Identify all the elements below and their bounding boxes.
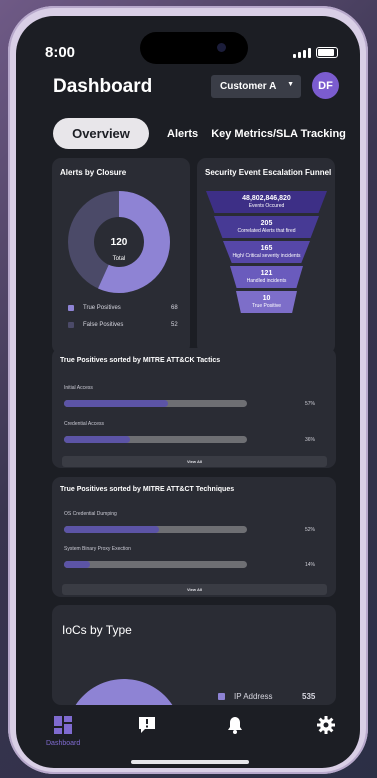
camera-icon [217, 43, 226, 52]
tactic-label: Initial Access [64, 385, 93, 391]
alerts-donut-chart [68, 191, 170, 293]
funnel-step-value: 48,802,846,820 [242, 194, 291, 202]
status-icons [293, 47, 338, 58]
funnel-step-correlated: 205 Correlated Alerts that fired [214, 216, 319, 238]
legend-value: 68 [171, 305, 178, 311]
iocs-card: IoCs by Type IP Address 535 [52, 605, 336, 705]
funnel-step-value: 165 [260, 244, 273, 252]
tactics-view-all-button[interactable]: View All [62, 456, 327, 467]
tab-key-metrics[interactable]: Key Metrics/SLA Tracking [211, 128, 346, 140]
escalation-funnel-card: Security Event Escalation Funnel 48,802,… [197, 158, 335, 354]
legend-swatch [68, 305, 74, 311]
technique-percent: 52% [305, 527, 316, 533]
donut-total-value: 120 [110, 237, 128, 248]
page-title: Dashboard [53, 76, 153, 97]
bell-icon [228, 717, 242, 734]
alerts-by-closure-title: Alerts by Closure [60, 168, 127, 177]
funnel-step-label: Events Occured [248, 202, 285, 209]
tab-alerts[interactable]: Alerts [167, 128, 198, 140]
funnel-step-label: True Positive [252, 302, 281, 309]
legend-false-positives: False Positives 52 [68, 322, 178, 328]
alerts-by-closure-card: Alerts by Closure 120 Total True Positiv… [52, 158, 190, 354]
avatar[interactable]: DF [312, 72, 339, 99]
tactics-card: True Positives sorted by MITRE ATT&CK Ta… [52, 348, 336, 468]
funnel-step-events: 48,802,846,820 Events Occured [206, 191, 327, 213]
legend-swatch [68, 322, 74, 328]
funnel-title: Security Event Escalation Funnel [205, 168, 332, 177]
techniques-view-all-button[interactable]: View All [62, 584, 327, 595]
dynamic-island [140, 32, 248, 64]
tab-overview[interactable]: Overview [53, 118, 149, 149]
technique-label: OS Credential Dumping [64, 511, 117, 517]
screen: 8:00 Dashboard Customer A ▼ DF Overview … [16, 16, 360, 768]
customer-select-value: Customer A [220, 81, 277, 92]
funnel-step-value: 121 [260, 269, 273, 277]
tactic-bar-track [64, 436, 247, 443]
tactic-percent: 57% [305, 401, 316, 407]
nav-dashboard[interactable]: Dashboard [46, 716, 80, 747]
technique-bar-fill [64, 526, 160, 533]
tactic-label: Credential Access [64, 421, 105, 427]
donut-total-label: Total [112, 256, 126, 262]
technique-percent: 14% [305, 562, 316, 568]
legend-label: False Positives [83, 322, 124, 328]
battery-icon [316, 47, 338, 58]
nav-notifications[interactable] [227, 716, 243, 734]
signal-icon [293, 48, 311, 58]
nav-dashboard-label: Dashboard [46, 740, 81, 747]
legend-label: IP Address [234, 692, 273, 701]
tactic-bar-fill [64, 436, 130, 443]
tactics-title: True Positives sorted by MITRE ATT&CK Ta… [60, 357, 221, 364]
home-indicator [131, 760, 249, 764]
legend-value: 52 [171, 322, 178, 328]
funnel-step-label: High/ Critical severity incidents [232, 252, 301, 259]
dashboard-icon [54, 716, 73, 734]
tactic-bar-track [64, 400, 247, 407]
technique-label: System Binary Proxy Exection [64, 546, 131, 552]
legend-true-positives: True Positives 68 [68, 305, 178, 311]
gear-icon [317, 716, 335, 734]
tab-bar: Overview Alerts Key Metrics/SLA Tracking [53, 118, 346, 149]
tactic-percent: 36% [305, 437, 316, 443]
funnel-step-label: Handled incidents [246, 277, 287, 284]
funnel-step-label: Correlated Alerts that fired [237, 227, 296, 234]
funnel-step-handled: 121 Handled incidents [230, 266, 303, 288]
legend-swatch [218, 693, 225, 700]
bottom-nav: Dashboard [32, 706, 352, 766]
technique-bar-track [64, 526, 247, 533]
legend-value: 535 [302, 692, 316, 701]
status-time: 8:00 [45, 44, 76, 61]
iocs-pie-chart [75, 679, 173, 705]
nav-alerts[interactable] [138, 716, 156, 734]
techniques-card: True Positives sorted by MITRE ATT&CT Te… [52, 477, 336, 597]
customer-select[interactable]: Customer A ▼ [211, 75, 301, 98]
legend-label: True Positives [83, 305, 121, 311]
funnel-step-true-positive: 10 True Positive [236, 291, 297, 313]
ioc-pie-slice [75, 679, 173, 705]
technique-bar-track [64, 561, 247, 568]
techniques-title: True Positives sorted by MITRE ATT&CT Te… [60, 486, 235, 493]
legend-ip-address: IP Address 535 [218, 692, 315, 701]
nav-settings[interactable] [317, 716, 335, 734]
funnel-step-high-critical: 165 High/ Critical severity incidents [223, 241, 310, 263]
alert-message-icon [139, 717, 155, 733]
technique-bar-fill [64, 561, 90, 568]
funnel-step-value: 10 [262, 294, 271, 302]
tactic-bar-fill [64, 400, 169, 407]
chevron-down-icon: ▼ [287, 81, 294, 88]
funnel-step-value: 205 [260, 219, 273, 227]
